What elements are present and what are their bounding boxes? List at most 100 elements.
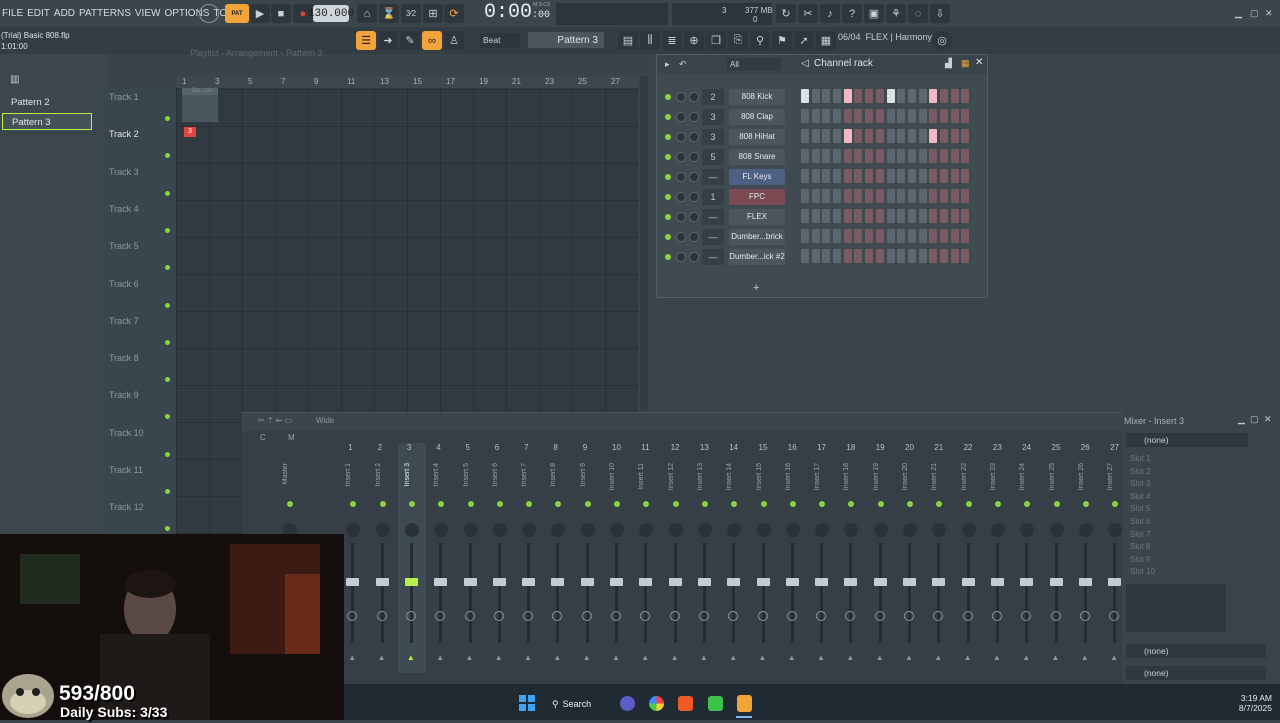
step-button[interactable] bbox=[875, 149, 884, 163]
strip-fader[interactable] bbox=[404, 578, 418, 586]
step-button[interactable] bbox=[961, 229, 970, 243]
pin-icon[interactable]: ⚲ bbox=[750, 31, 770, 50]
step-button[interactable] bbox=[961, 129, 970, 143]
pan-knob[interactable] bbox=[676, 112, 686, 122]
group-filter[interactable]: All bbox=[727, 58, 781, 71]
step-button[interactable] bbox=[950, 209, 959, 223]
strip-pan-knob[interactable] bbox=[1020, 523, 1035, 537]
step-button[interactable] bbox=[843, 249, 852, 263]
step-button[interactable] bbox=[907, 209, 916, 223]
pan-knob[interactable] bbox=[676, 172, 686, 182]
step-button[interactable] bbox=[865, 89, 874, 103]
strip-send-knob[interactable] bbox=[728, 611, 739, 621]
step-button[interactable] bbox=[897, 89, 906, 103]
pan-knob[interactable] bbox=[676, 252, 686, 262]
step-button[interactable] bbox=[950, 149, 959, 163]
step-button[interactable] bbox=[811, 149, 820, 163]
strip-fader[interactable] bbox=[375, 578, 389, 586]
step-edit-icon[interactable]: ⊞ bbox=[423, 4, 443, 23]
mixer-strip[interactable]: 8 Insert 8 ▲ bbox=[544, 443, 572, 673]
track-mute-led[interactable] bbox=[165, 451, 170, 457]
step-button[interactable] bbox=[822, 89, 831, 103]
snap-select[interactable]: Beat bbox=[480, 33, 520, 48]
close-icon[interactable]: ✕ bbox=[1264, 414, 1272, 425]
tempo-display[interactable]: 130.000 bbox=[308, 5, 354, 22]
strip-mute-led[interactable] bbox=[467, 501, 474, 507]
help-icon[interactable]: ? bbox=[842, 4, 862, 23]
taskbar-search[interactable]: ⚲ Search bbox=[552, 693, 602, 715]
mixer-track-number[interactable]: 5 bbox=[702, 149, 724, 165]
volume-knob[interactable] bbox=[689, 192, 699, 202]
route-arrow-icon[interactable]: ▲ bbox=[348, 653, 356, 662]
step-button[interactable] bbox=[929, 209, 938, 223]
step-button[interactable] bbox=[843, 169, 852, 183]
step-button[interactable] bbox=[907, 89, 916, 103]
track-header[interactable]: Track 7 bbox=[109, 316, 139, 326]
strip-mute-led[interactable] bbox=[1112, 501, 1119, 507]
strip-fader[interactable] bbox=[932, 578, 946, 586]
playlist-scrollbar[interactable] bbox=[640, 76, 648, 410]
track-mute-led[interactable] bbox=[165, 377, 170, 383]
track-mute-led[interactable] bbox=[165, 489, 170, 494]
strip-mute-led[interactable] bbox=[848, 501, 855, 507]
channel-rack-icon[interactable]: ≣ bbox=[662, 31, 682, 50]
strip-mute-led[interactable] bbox=[907, 501, 913, 507]
plugin-picker-icon[interactable]: ⊕ bbox=[684, 31, 704, 50]
mixer-strip[interactable]: 16 Insert 16 ▲ bbox=[779, 443, 807, 673]
strip-mute-led[interactable] bbox=[350, 501, 357, 507]
step-button[interactable] bbox=[929, 189, 938, 203]
step-button[interactable] bbox=[822, 169, 831, 183]
strip-send-knob[interactable] bbox=[698, 611, 709, 621]
step-button[interactable] bbox=[811, 229, 820, 243]
system-clock[interactable]: 3:19 AM 8/7/2025 bbox=[1226, 693, 1272, 713]
mixer-track-number[interactable]: — bbox=[702, 209, 724, 225]
export-icon[interactable]: ➚ bbox=[794, 31, 814, 50]
menu-item-file[interactable]: FILE bbox=[2, 8, 23, 19]
step-button[interactable] bbox=[929, 149, 938, 163]
strip-pan-knob[interactable] bbox=[1108, 523, 1123, 537]
step-button[interactable] bbox=[929, 89, 938, 103]
strip-fader[interactable] bbox=[815, 578, 829, 586]
strip-pan-knob[interactable] bbox=[668, 523, 683, 537]
menu-icon[interactable]: ▦ bbox=[816, 31, 836, 50]
minimize-icon[interactable]: ▁ bbox=[1235, 8, 1242, 19]
step-button[interactable] bbox=[939, 209, 948, 223]
output-select-bottom[interactable]: (none) bbox=[1126, 666, 1266, 680]
strip-fader[interactable] bbox=[697, 578, 711, 586]
strip-mute-led[interactable] bbox=[584, 501, 591, 507]
stamp-icon[interactable]: ♙ bbox=[444, 31, 464, 50]
channel-name-button[interactable]: 808 Kick bbox=[729, 89, 785, 105]
step-button[interactable] bbox=[897, 229, 906, 243]
track-header[interactable]: Track 4 bbox=[109, 204, 139, 214]
mixer-track-number[interactable]: 3 bbox=[702, 129, 724, 145]
step-button[interactable] bbox=[801, 189, 809, 203]
strip-fader[interactable] bbox=[522, 578, 536, 586]
track-mute-led[interactable] bbox=[165, 339, 170, 345]
track-header[interactable]: Track 2 bbox=[109, 129, 139, 139]
link-icon[interactable]: ∞ bbox=[422, 31, 442, 50]
channel-mute-led[interactable] bbox=[665, 154, 671, 160]
strip-fader[interactable] bbox=[785, 578, 799, 586]
strip-mute-led[interactable] bbox=[819, 501, 826, 507]
route-arrow-icon[interactable]: ▲ bbox=[846, 653, 854, 662]
loop-record-icon[interactable]: ⟳ bbox=[444, 4, 464, 23]
step-button[interactable] bbox=[801, 129, 809, 143]
stop-button[interactable]: ■ bbox=[271, 4, 291, 23]
strip-send-knob[interactable] bbox=[1079, 611, 1090, 621]
step-button[interactable] bbox=[865, 149, 874, 163]
menu-item-view[interactable]: VIEW bbox=[135, 8, 161, 19]
route-arrow-icon[interactable]: ▲ bbox=[1110, 653, 1118, 662]
piano-roll-icon[interactable]: ▤ bbox=[618, 31, 638, 50]
step-button[interactable] bbox=[950, 89, 959, 103]
pan-knob[interactable] bbox=[676, 212, 686, 222]
route-arrow-icon[interactable]: ▲ bbox=[671, 653, 679, 662]
step-button[interactable] bbox=[822, 109, 831, 123]
strip-pan-knob[interactable] bbox=[492, 523, 507, 537]
track-header[interactable]: Track 10 bbox=[109, 428, 144, 438]
step-button[interactable] bbox=[918, 209, 927, 223]
step-button[interactable] bbox=[886, 109, 895, 123]
effect-slot[interactable]: Slot 3 bbox=[1130, 479, 1150, 488]
strip-mute-led[interactable] bbox=[731, 501, 738, 507]
step-button[interactable] bbox=[939, 149, 948, 163]
strip-send-knob[interactable] bbox=[435, 611, 446, 621]
